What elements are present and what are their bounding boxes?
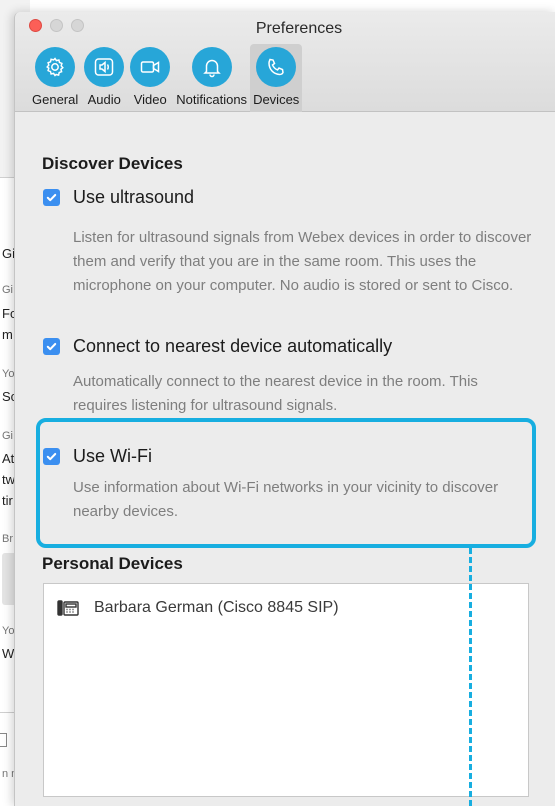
wifi-option-highlight [36, 418, 536, 548]
background-text: Gi [2, 430, 13, 442]
personal-devices-list[interactable]: Barbara German (Cisco 8845 SIP) [43, 583, 529, 797]
checkmark-icon [46, 342, 57, 351]
background-text: At [2, 451, 15, 466]
tab-label-general: General [32, 92, 79, 107]
connect-nearest-option[interactable]: Connect to nearest device automatically [43, 336, 392, 357]
bell-icon [191, 47, 232, 87]
background-text: m [2, 327, 13, 342]
tab-label-video: Video [133, 92, 167, 107]
use-ultrasound-checkbox[interactable] [43, 189, 60, 206]
tab-audio[interactable]: Audio [81, 44, 127, 112]
use-ultrasound-option[interactable]: Use ultrasound [43, 187, 194, 208]
phone-icon [256, 47, 297, 87]
callout-connector-line [469, 548, 472, 806]
tab-label-audio: Audio [87, 92, 121, 107]
desk-phone-icon [57, 600, 79, 616]
background-text: Br [2, 533, 13, 545]
preferences-window: Preferences General Audio Video Notifica… [14, 12, 555, 806]
tab-devices[interactable]: Devices [250, 44, 303, 112]
tab-label-notifications: Notifications [176, 92, 248, 107]
checkmark-icon [46, 193, 57, 202]
tab-notifications[interactable]: Notifications [173, 44, 250, 112]
preferences-tab-bar: General Audio Video Notifications Device… [29, 44, 303, 112]
device-name: Barbara German (Cisco 8845 SIP) [94, 599, 339, 616]
connect-nearest-label: Connect to nearest device automatically [73, 336, 393, 356]
background-text: Gi [2, 284, 13, 296]
background-text: Yo [2, 625, 15, 637]
discover-devices-heading: Discover Devices [42, 154, 183, 173]
title-bar: Preferences General Audio Video Notifica… [15, 12, 555, 112]
connect-nearest-checkbox[interactable] [43, 338, 60, 355]
background-text: tir [2, 493, 13, 508]
gear-icon [35, 47, 76, 87]
tab-video[interactable]: Video [127, 44, 173, 112]
list-item[interactable]: Barbara German (Cisco 8845 SIP) [57, 599, 339, 617]
background-text: Yo [2, 368, 15, 380]
window-title: Preferences [255, 20, 343, 37]
speaker-icon [84, 47, 125, 87]
connect-nearest-description: Automatically connect to the nearest dev… [73, 373, 478, 414]
use-ultrasound-label: Use ultrasound [73, 187, 195, 207]
tab-general[interactable]: General [29, 44, 81, 112]
use-ultrasound-description: Listen for ultrasound signals from Webex… [73, 229, 532, 294]
tab-label-devices: Devices [253, 92, 300, 107]
background-checkbox [0, 733, 7, 747]
personal-devices-heading: Personal Devices [42, 554, 183, 573]
background-text: W [2, 646, 15, 661]
video-camera-icon [130, 47, 171, 87]
